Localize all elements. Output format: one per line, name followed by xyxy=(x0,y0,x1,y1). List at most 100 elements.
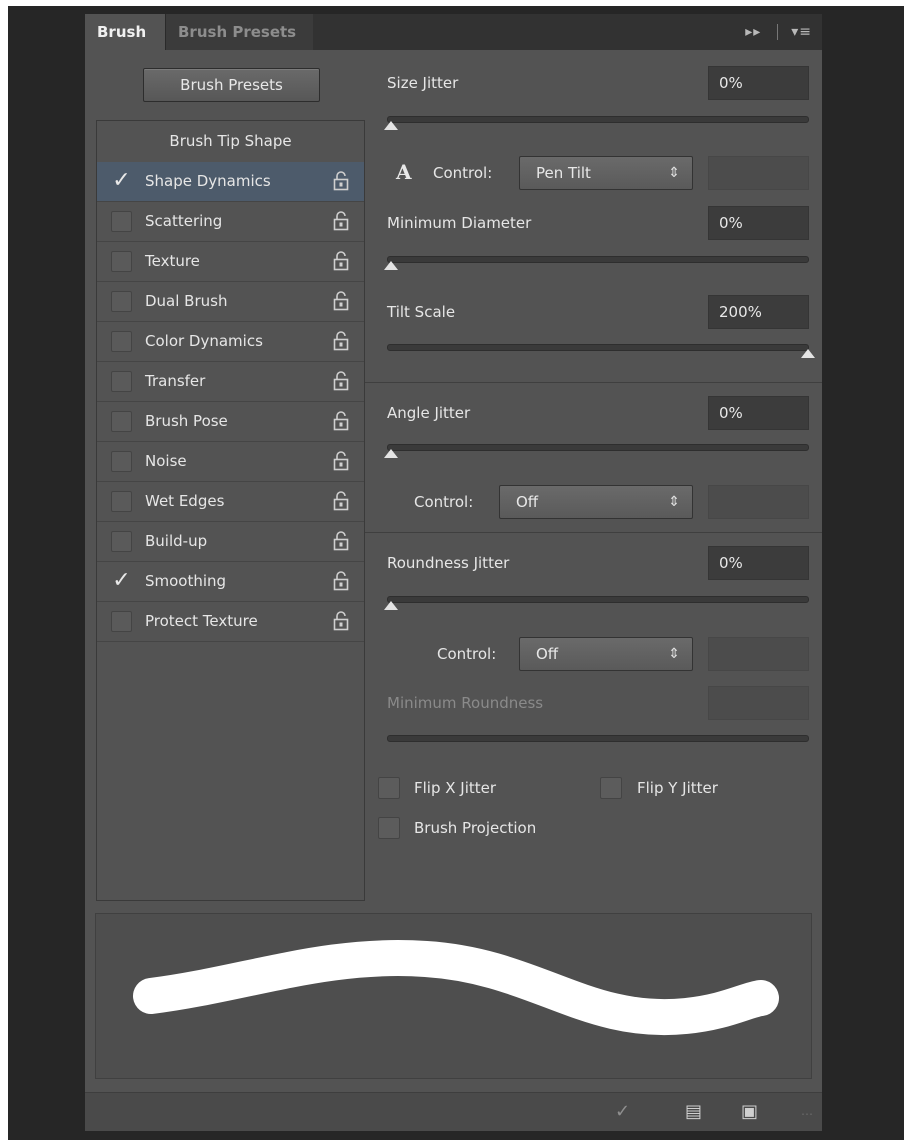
angle-jitter-slider-thumb[interactable] xyxy=(384,449,398,458)
lock-icon[interactable] xyxy=(333,331,349,351)
lock-icon[interactable] xyxy=(333,531,349,551)
list-item[interactable]: Build-up xyxy=(97,522,364,562)
brush-grid-icon[interactable]: ▤ xyxy=(685,1101,702,1122)
checkbox[interactable] xyxy=(111,451,132,472)
stroke-preview-svg xyxy=(133,940,779,1036)
list-item[interactable]: ✓ Smoothing xyxy=(97,562,364,602)
tab-brush-presets[interactable]: Brush Presets xyxy=(165,14,313,50)
list-item[interactable]: Wet Edges xyxy=(97,482,364,522)
list-item-label: Scattering xyxy=(145,212,223,230)
checkbox[interactable] xyxy=(111,251,132,272)
select-arrows-icon: ⇕ xyxy=(668,646,680,662)
brush-projection-checkbox[interactable] xyxy=(378,817,400,839)
select-arrows-icon: ⇕ xyxy=(668,165,680,181)
flip-y-jitter-checkbox[interactable] xyxy=(600,777,622,799)
lock-icon[interactable] xyxy=(333,451,349,471)
panel-footer: ✓ ▤ ▣ ⋯ xyxy=(85,1092,822,1131)
toggle-live-tip-preview-icon[interactable]: ✓ xyxy=(615,1101,630,1122)
min-diameter-slider[interactable] xyxy=(387,256,809,263)
angle-control-select[interactable]: Off ⇕ xyxy=(499,485,693,519)
section-divider xyxy=(365,532,822,533)
checkbox[interactable] xyxy=(111,491,132,512)
tilt-scale-slider[interactable] xyxy=(387,344,809,351)
roundness-control-select[interactable]: Off ⇕ xyxy=(519,637,693,671)
tilt-scale-label: Tilt Scale xyxy=(387,303,456,321)
collapse-double-arrow-icon[interactable]: ▸▸ xyxy=(745,14,761,50)
size-jitter-slider-thumb[interactable] xyxy=(384,121,398,130)
warning-icon: A xyxy=(396,160,412,184)
list-item[interactable]: Texture xyxy=(97,242,364,282)
size-jitter-slider[interactable] xyxy=(387,116,809,123)
tab-bar: Brush Brush Presets ▸▸ ▾≡ xyxy=(85,14,822,50)
lock-icon[interactable] xyxy=(333,171,349,191)
flip-x-jitter-checkbox[interactable] xyxy=(378,777,400,799)
resize-grip-icon[interactable]: ⋯ xyxy=(801,1107,813,1121)
angle-jitter-slider[interactable] xyxy=(387,444,809,451)
panel-menu-icon[interactable]: ▾≡ xyxy=(791,14,812,50)
list-item[interactable]: Brush Pose xyxy=(97,402,364,442)
checkbox[interactable] xyxy=(111,611,132,632)
lock-icon[interactable] xyxy=(333,611,349,631)
tab-brush[interactable]: Brush xyxy=(85,14,165,50)
lock-icon[interactable] xyxy=(333,251,349,271)
roundness-jitter-input[interactable]: 0% xyxy=(708,546,809,580)
checkbox-checked[interactable]: ✓ xyxy=(111,570,132,592)
checkbox[interactable] xyxy=(111,411,132,432)
lock-icon[interactable] xyxy=(333,291,349,311)
min-roundness-slider[interactable] xyxy=(387,735,809,742)
list-item-label: Noise xyxy=(145,452,187,470)
list-item-label: Transfer xyxy=(145,372,206,390)
angle-jitter-label: Angle Jitter xyxy=(387,404,471,422)
tilt-scale-input[interactable]: 200% xyxy=(708,295,809,329)
lock-icon[interactable] xyxy=(333,491,349,511)
checkbox[interactable] xyxy=(111,331,132,352)
list-item[interactable]: Transfer xyxy=(97,362,364,402)
roundness-control-field xyxy=(708,637,809,671)
list-item[interactable]: Noise xyxy=(97,442,364,482)
tabbar-icons: ▸▸ ▾≡ xyxy=(737,14,812,50)
roundness-control-value: Off xyxy=(536,645,559,663)
angle-control-value: Off xyxy=(516,493,539,511)
roundness-jitter-slider[interactable] xyxy=(387,596,809,603)
size-jitter-input[interactable]: 0% xyxy=(708,66,809,100)
lock-icon[interactable] xyxy=(333,371,349,391)
min-diameter-input[interactable]: 0% xyxy=(708,206,809,240)
brush-settings-list: Brush Tip Shape ✓ Shape Dynamics Scatterin… xyxy=(96,120,365,901)
angle-jitter-input[interactable]: 0% xyxy=(708,396,809,430)
checkbox[interactable] xyxy=(111,371,132,392)
brush-projection-label: Brush Projection xyxy=(414,819,537,837)
min-diameter-slider-thumb[interactable] xyxy=(384,261,398,270)
lock-icon[interactable] xyxy=(333,411,349,431)
tabbar-separator xyxy=(776,24,778,40)
checkbox[interactable] xyxy=(111,211,132,232)
lock-icon[interactable] xyxy=(333,211,349,231)
list-item-label: Build-up xyxy=(145,532,208,550)
stroke-preview-path xyxy=(133,940,779,1036)
size-jitter-label: Size Jitter xyxy=(387,74,459,92)
new-brush-icon[interactable]: ▣ xyxy=(741,1101,758,1122)
checkbox[interactable] xyxy=(111,531,132,552)
list-item[interactable]: Dual Brush xyxy=(97,282,364,322)
brush-tip-shape-item[interactable]: Brush Tip Shape xyxy=(97,121,364,163)
lock-icon[interactable] xyxy=(333,571,349,591)
min-roundness-input[interactable] xyxy=(708,686,809,720)
size-control-value: Pen Tilt xyxy=(536,164,591,182)
select-arrows-icon: ⇕ xyxy=(668,494,680,510)
list-item[interactable]: ✓ Shape Dynamics xyxy=(97,162,364,202)
tilt-scale-slider-thumb[interactable] xyxy=(801,349,815,358)
flip-x-jitter-label: Flip X Jitter xyxy=(414,779,497,797)
roundness-jitter-label: Roundness Jitter xyxy=(387,554,510,572)
list-item[interactable]: Color Dynamics xyxy=(97,322,364,362)
checkbox-checked[interactable]: ✓ xyxy=(111,170,132,192)
list-item[interactable]: Protect Texture xyxy=(97,602,364,642)
list-item-label: Color Dynamics xyxy=(145,332,263,350)
roundness-jitter-slider-thumb[interactable] xyxy=(384,601,398,610)
angle-control-field xyxy=(708,485,809,519)
list-item[interactable]: Scattering xyxy=(97,202,364,242)
checkbox[interactable] xyxy=(111,291,132,312)
list-item-label: Shape Dynamics xyxy=(145,172,271,190)
size-control-select[interactable]: Pen Tilt ⇕ xyxy=(519,156,693,190)
brush-presets-button[interactable]: Brush Presets xyxy=(143,68,320,102)
list-item-label: Dual Brush xyxy=(145,292,228,310)
brush-stroke-preview xyxy=(95,913,812,1079)
